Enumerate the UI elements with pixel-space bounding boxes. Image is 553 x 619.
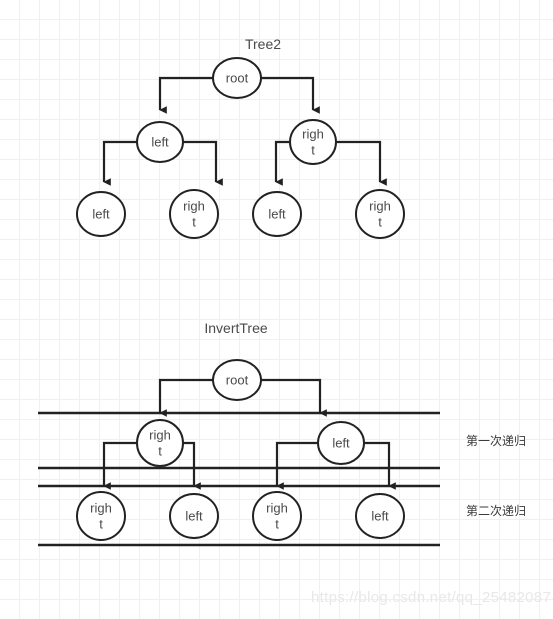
- node-leaf2-label: left: [185, 508, 203, 523]
- tree2-node-level1-right[interactable]: righ t: [289, 119, 337, 165]
- diagram-canvas: Tree2 root left righ t left righ t left …: [0, 0, 553, 619]
- annotation-pass-1: 第一次递归: [466, 434, 526, 448]
- node-level1-left-label-line2: t: [158, 443, 162, 458]
- tree2-node-level1-left[interactable]: left: [136, 121, 184, 163]
- inverttree-node-leaf1[interactable]: righ t: [76, 491, 126, 541]
- inverttree-node-level1-left[interactable]: righ t: [136, 419, 184, 467]
- inverttree-node-root[interactable]: root: [212, 359, 262, 401]
- inverttree-node-leaf3[interactable]: righ t: [252, 491, 302, 541]
- binary-tree-invert-diagram: Tree2 root left righ t left righ t left …: [38, 36, 551, 606]
- edge-root-to-left: [259, 378, 327, 417]
- node-leaf4-label-line1: righ: [369, 198, 391, 213]
- tree2-node-leaf2[interactable]: righ t: [169, 189, 219, 239]
- edge-left-to-leaf2: [182, 140, 223, 186]
- edge-root-to-right: [259, 76, 320, 114]
- node-leaf2-label-line1: righ: [183, 198, 205, 213]
- edge-left-to-leaf3: [275, 441, 318, 490]
- node-root-label: root: [226, 70, 249, 85]
- edge-right-to-leaf4: [335, 140, 387, 186]
- tree2-node-leaf4[interactable]: righ t: [355, 189, 405, 239]
- node-level1-left-label: left: [151, 134, 169, 149]
- edge-right-to-leaf3: [274, 140, 291, 186]
- inverttree-group: InvertTree root righ t left righ t left …: [38, 320, 526, 547]
- watermark-text: https://blog.csdn.net/qq_25482087: [311, 589, 551, 606]
- node-leaf3-label-line2: t: [275, 516, 279, 531]
- node-level1-right-label-line1: righ: [302, 126, 324, 141]
- node-level1-right-label: left: [332, 435, 350, 450]
- inverttree-node-leaf2[interactable]: left: [169, 493, 219, 539]
- node-leaf1-label: left: [92, 206, 110, 221]
- edge-right-to-leaf2: [182, 441, 201, 490]
- node-leaf2-label-line2: t: [192, 214, 196, 229]
- edge-root-to-left: [158, 76, 215, 114]
- inverttree-node-leaf4[interactable]: left: [355, 493, 405, 539]
- node-level1-right-label-line2: t: [311, 142, 315, 157]
- node-leaf4-label-line2: t: [378, 214, 382, 229]
- edge-left-to-leaf1: [102, 140, 138, 186]
- edge-right-to-leaf1: [102, 441, 138, 490]
- tree2-group: Tree2 root left righ t left righ t left …: [76, 36, 405, 239]
- edge-root-to-right: [158, 378, 215, 417]
- tree2-node-leaf3[interactable]: left: [252, 191, 302, 237]
- tree2-node-leaf1[interactable]: left: [76, 191, 126, 237]
- tree2-title: Tree2: [245, 36, 281, 52]
- inverttree-node-level1-right[interactable]: left: [317, 421, 365, 465]
- inverttree-title: InvertTree: [204, 320, 267, 336]
- node-leaf1-label-line1: righ: [90, 500, 112, 515]
- annotation-pass-2: 第二次递归: [466, 504, 526, 518]
- tree2-node-root[interactable]: root: [212, 57, 262, 99]
- node-leaf3-label-line1: righ: [266, 500, 288, 515]
- edge-left-to-leaf4: [364, 441, 396, 490]
- node-level1-left-label-line1: righ: [149, 427, 171, 442]
- node-leaf3-label: left: [268, 206, 286, 221]
- node-leaf4-label: left: [371, 508, 389, 523]
- node-root-label: root: [226, 372, 249, 387]
- node-leaf1-label-line2: t: [99, 516, 103, 531]
